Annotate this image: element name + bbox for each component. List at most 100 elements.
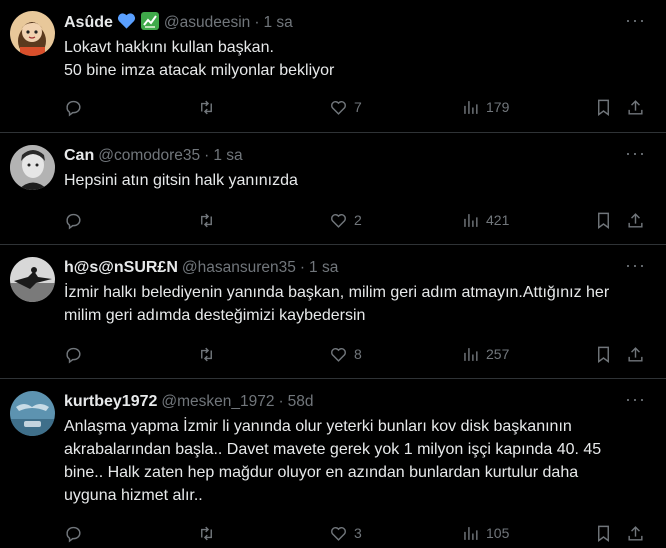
bookmark-button[interactable] [594, 98, 613, 117]
like-icon [331, 526, 346, 541]
views-button[interactable]: 421 [461, 211, 509, 230]
tweet-text: Hepsini atın gitsin halk yanınızda [64, 169, 652, 192]
tweet-text: Anlaşma yapma İzmir li yanında olur yete… [64, 415, 652, 507]
reply-icon [66, 526, 81, 542]
retweet-button[interactable] [197, 211, 222, 230]
timestamp[interactable]: 1 sa [213, 147, 242, 165]
action-bar: 7 179 [64, 95, 646, 119]
action-bar: 3 105 [64, 521, 646, 545]
handle[interactable]: @mesken_1972 [161, 393, 274, 411]
tweet[interactable]: Asûde @asudeesin · 1 sa Lokavt hakkını k… [0, 0, 666, 133]
tweet-text-line: Lokavt hakkını kullan başkan. [64, 39, 274, 56]
retweet-button[interactable] [197, 524, 222, 543]
tweet-text: İzmir halkı belediyenin yanında başkan, … [64, 281, 652, 327]
tweet-header: h@s@nSUR£N @hasansuren35 · 1 sa [64, 257, 652, 279]
tweet-header: Asûde @asudeesin · 1 sa [64, 11, 652, 36]
like-button[interactable]: 7 [329, 98, 362, 117]
separator: · [204, 147, 210, 164]
share-icon [628, 99, 643, 115]
separator: · [299, 259, 306, 276]
views-icon [464, 213, 478, 227]
action-bar: 2 421 [64, 208, 646, 232]
more-options-icon[interactable]: ··· [625, 390, 646, 408]
like-count: 7 [354, 99, 362, 115]
retweet-icon [201, 213, 212, 227]
tweet-text-line: milim geri adımda desteğimizi kaybedersi… [64, 307, 366, 324]
tweet-text: Lokavt hakkını kullan başkan. 50 bine im… [64, 36, 652, 82]
chart-emoji-icon [140, 11, 160, 36]
bookmark-button[interactable] [594, 211, 613, 230]
share-button[interactable] [626, 524, 645, 543]
retweet-button[interactable] [197, 98, 222, 117]
like-button[interactable]: 8 [329, 345, 362, 364]
bookmark-button[interactable] [594, 345, 613, 364]
avatar[interactable] [10, 145, 55, 190]
views-button[interactable]: 179 [461, 98, 509, 117]
reply-button[interactable] [64, 98, 89, 117]
reply-icon [66, 100, 81, 116]
tweet[interactable]: h@s@nSUR£N @hasansuren35 · 1 sa İzmir ha… [0, 245, 666, 379]
like-icon [331, 213, 346, 228]
views-icon [464, 347, 478, 361]
views-button[interactable]: 257 [461, 345, 509, 364]
like-button[interactable]: 3 [329, 524, 362, 543]
tweet-text-line: akrabalarından başla.. Davet mavete gere… [64, 441, 602, 458]
tweet-text-line: uyguna hizmet alır.. [64, 487, 203, 504]
separator: · [278, 393, 284, 410]
more-options-icon[interactable]: ··· [625, 144, 646, 162]
bookmark-icon [598, 525, 609, 542]
tweet-text-line: Anlaşma yapma İzmir li yanında olur yete… [64, 418, 572, 435]
like-button[interactable]: 2 [329, 211, 362, 230]
avatar[interactable] [10, 11, 55, 56]
share-icon [628, 525, 643, 541]
bookmark-icon [598, 212, 609, 229]
tweet-text-line: Hepsini atın gitsin halk yanınızda [64, 172, 298, 189]
view-count: 179 [486, 99, 510, 115]
handle[interactable]: @hasansuren35 [182, 259, 296, 277]
retweet-icon [201, 347, 212, 361]
display-name[interactable]: kurtbey1972 [64, 393, 157, 411]
reply-icon [66, 347, 81, 363]
tweet[interactable]: kurtbey1972 @mesken_1972 · 58d Anlaşma y… [0, 379, 666, 548]
display-name[interactable]: Asûde [64, 14, 113, 32]
avatar[interactable] [10, 257, 55, 302]
timestamp[interactable]: 1 sa [263, 14, 292, 32]
display-name[interactable]: h@s@nSUR£N [64, 259, 178, 277]
display-name[interactable]: Can [64, 147, 94, 165]
views-icon [464, 100, 478, 114]
view-count: 257 [486, 346, 510, 362]
reply-button[interactable] [64, 345, 89, 364]
views-button[interactable]: 105 [461, 524, 509, 543]
tweet[interactable]: Can @comodore35 · 1 sa Hepsini atın gits… [0, 133, 666, 245]
handle[interactable]: @comodore35 [98, 147, 200, 165]
reply-feed: Asûde @asudeesin · 1 sa Lokavt hakkını k… [0, 0, 666, 548]
handle[interactable]: @asudeesin [164, 14, 250, 32]
bookmark-icon [598, 346, 609, 363]
more-options-icon[interactable]: ··· [625, 11, 646, 29]
view-count: 421 [486, 212, 510, 228]
reply-button[interactable] [64, 211, 89, 230]
tweet-text-line: 50 bine imza atacak milyonlar bekliyor [64, 62, 335, 79]
like-count: 2 [354, 212, 362, 228]
views-icon [464, 526, 478, 540]
retweet-icon [201, 100, 212, 114]
bookmark-button[interactable] [594, 524, 613, 543]
share-button[interactable] [626, 211, 645, 230]
avatar[interactable] [10, 391, 55, 436]
blue-heart-icon [117, 12, 136, 35]
reply-button[interactable] [64, 524, 89, 543]
reply-icon [66, 213, 81, 229]
separator: · [254, 14, 260, 31]
timestamp[interactable]: 58d [288, 393, 314, 411]
share-button[interactable] [626, 98, 645, 117]
action-bar: 8 257 [64, 342, 646, 366]
like-icon [331, 100, 346, 115]
share-button[interactable] [626, 345, 645, 364]
more-options-icon[interactable]: ··· [625, 256, 646, 274]
timestamp[interactable]: 1 sa [309, 259, 338, 277]
like-icon [331, 347, 346, 362]
retweet-button[interactable] [197, 345, 222, 364]
like-count: 3 [354, 525, 362, 541]
share-icon [628, 346, 643, 362]
tweet-header: kurtbey1972 @mesken_1972 · 58d [64, 391, 652, 413]
